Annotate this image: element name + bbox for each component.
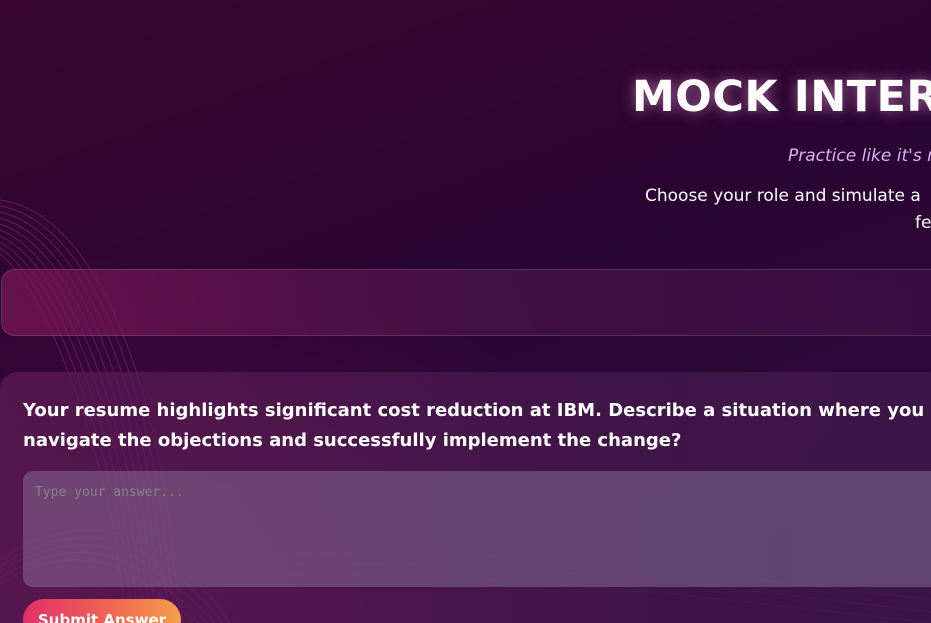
interview-question: Your resume highlights significant cost …	[23, 396, 931, 458]
answer-input[interactable]	[23, 471, 931, 587]
intro-text-line-1: Choose your role and simulate a	[645, 186, 921, 206]
submit-answer-button[interactable]: Submit Answer	[23, 599, 181, 623]
intro-text-line-2: fe	[915, 213, 931, 233]
interview-question-line-2: navigate the objections and successfully…	[23, 430, 682, 451]
intro-text: Choose your role and simulate a fe	[645, 183, 931, 237]
role-selector[interactable]	[1, 269, 931, 336]
tagline: Practice like it's r	[788, 146, 931, 166]
interview-question-line-1: Your resume highlights significant cost …	[23, 400, 931, 421]
page-title: MOCK INTERV	[632, 72, 931, 122]
